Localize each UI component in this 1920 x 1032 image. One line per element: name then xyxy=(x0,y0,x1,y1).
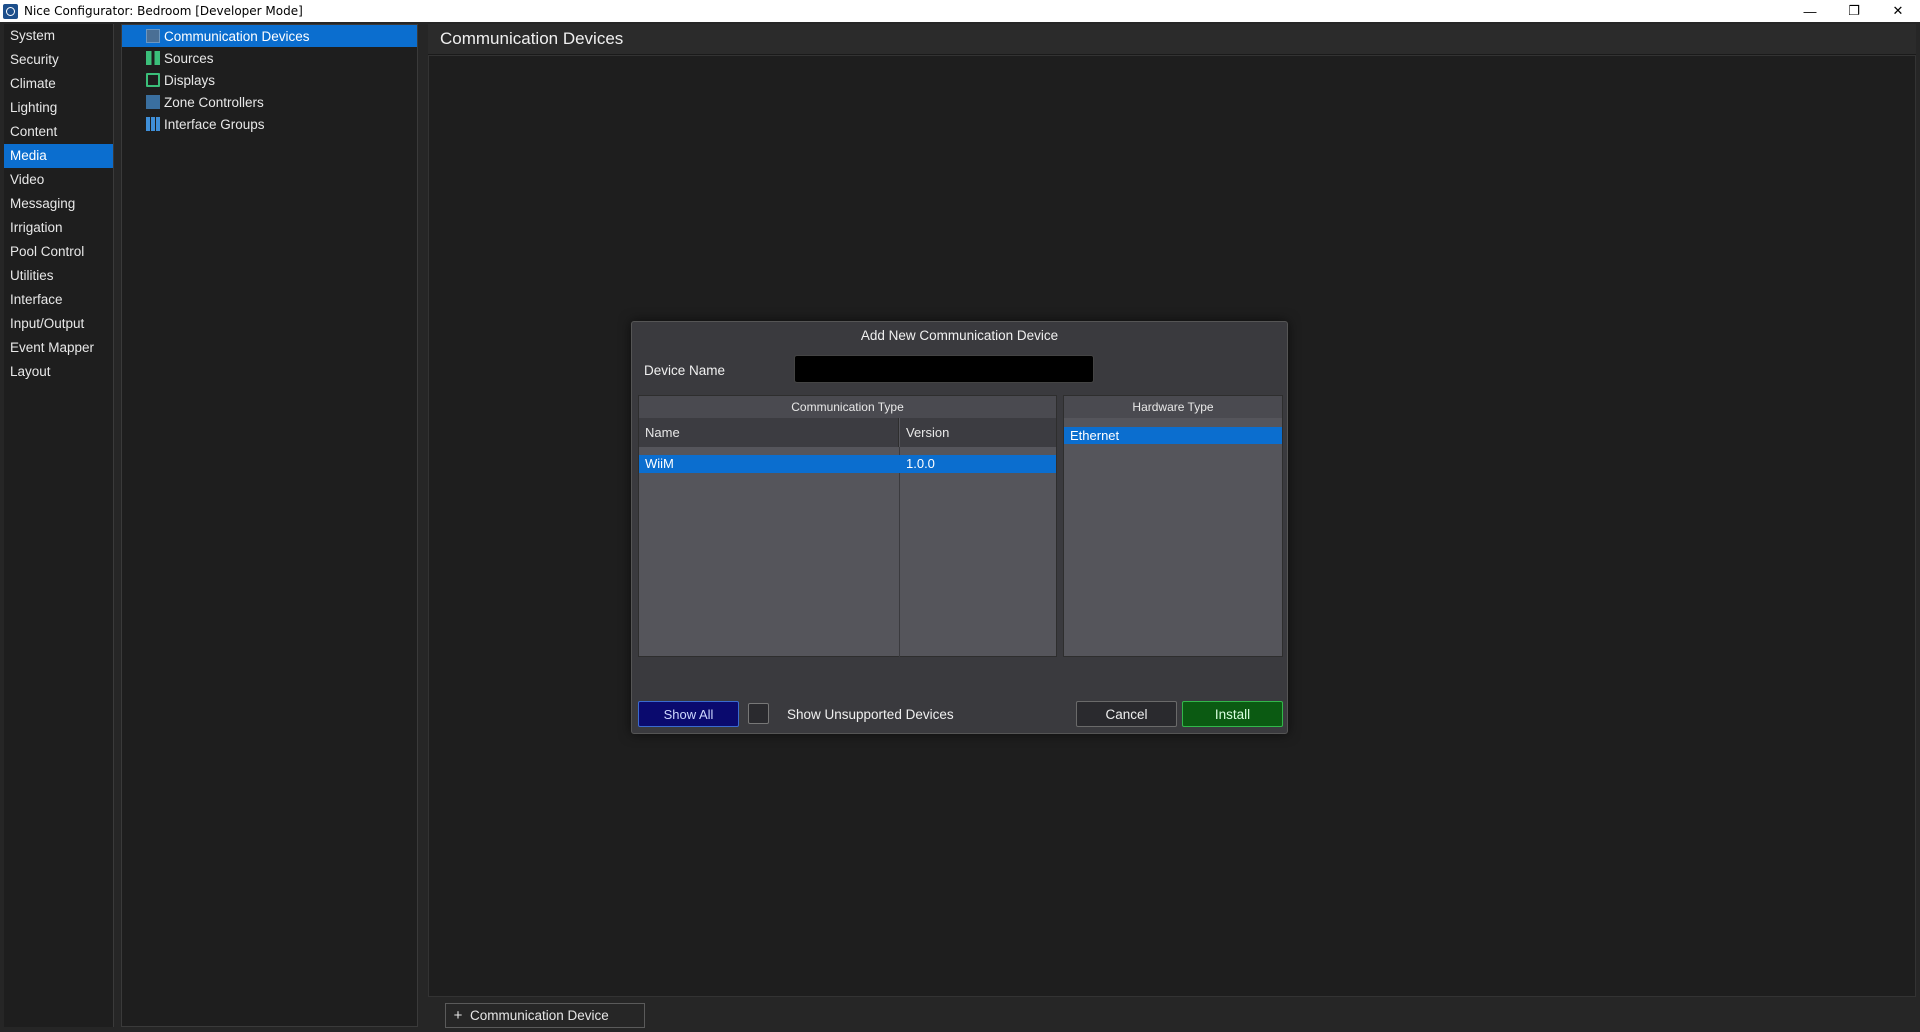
category-security[interactable]: Security xyxy=(4,48,113,72)
window-title-bar: Nice Configurator: Bedroom [Developer Mo… xyxy=(0,0,1920,22)
hardware-type-panel: Hardware Type Ethernet xyxy=(1063,395,1283,657)
category-messaging[interactable]: Messaging xyxy=(4,192,113,216)
tree-item-label: Interface Groups xyxy=(164,116,265,132)
row-name: WiiM xyxy=(645,456,674,471)
category-interface[interactable]: Interface xyxy=(4,288,113,312)
category-system[interactable]: System xyxy=(4,24,113,48)
tree-item-label: Sources xyxy=(164,50,214,66)
tree-item-displays[interactable]: Displays xyxy=(122,69,417,91)
column-header-version[interactable]: Version xyxy=(900,418,1056,447)
page-title: Communication Devices xyxy=(428,24,1916,55)
window-title: Nice Configurator: Bedroom [Developer Mo… xyxy=(24,4,303,18)
add-communication-device-dialog: Add New Communication Device Device Name… xyxy=(631,321,1288,734)
tree-item-zone-controllers[interactable]: Zone Controllers xyxy=(122,91,417,113)
displays-icon xyxy=(146,73,160,87)
communication-type-title: Communication Type xyxy=(639,396,1056,418)
table-row[interactable]: WiiM 1.0.0 xyxy=(639,455,1056,473)
window-controls: — ❐ ✕ xyxy=(1788,0,1920,22)
add-button-label: Communication Device xyxy=(470,1008,609,1023)
category-climate[interactable]: Climate xyxy=(4,72,113,96)
column-header-name[interactable]: Name xyxy=(639,418,899,447)
hardware-type-title: Hardware Type xyxy=(1064,396,1282,418)
sources-icon xyxy=(146,51,160,65)
column-divider xyxy=(899,447,900,657)
row-version: 1.0.0 xyxy=(906,456,935,471)
category-layout[interactable]: Layout xyxy=(4,360,113,384)
communication-type-panel: Communication Type Name Version WiiM 1.0… xyxy=(638,395,1057,657)
show-unsupported-checkbox[interactable] xyxy=(748,703,769,724)
maximize-button[interactable]: ❐ xyxy=(1832,0,1876,22)
category-event-mapper[interactable]: Event Mapper xyxy=(4,336,113,360)
add-communication-device-button[interactable]: + Communication Device xyxy=(445,1003,645,1028)
show-unsupported-label: Show Unsupported Devices xyxy=(787,707,954,722)
minimize-button[interactable]: — xyxy=(1788,0,1832,22)
category-utilities[interactable]: Utilities xyxy=(4,264,113,288)
category-video[interactable]: Video xyxy=(4,168,113,192)
category-content[interactable]: Content xyxy=(4,120,113,144)
category-input-output[interactable]: Input/Output xyxy=(4,312,113,336)
media-tree-panel: Communication Devices Sources Displays Z… xyxy=(121,24,418,1027)
tree-item-label: Communication Devices xyxy=(164,28,310,44)
hardware-row-ethernet[interactable]: Ethernet xyxy=(1064,427,1282,444)
tree-item-interface-groups[interactable]: Interface Groups xyxy=(122,113,417,135)
app-logo-icon xyxy=(3,3,18,19)
category-sidebar: System Security Climate Lighting Content… xyxy=(4,24,114,1027)
tree-item-communication-devices[interactable]: Communication Devices xyxy=(122,25,417,47)
interface-groups-icon xyxy=(146,117,160,131)
device-name-label: Device Name xyxy=(644,363,726,378)
tree-item-label: Zone Controllers xyxy=(164,94,264,110)
category-lighting[interactable]: Lighting xyxy=(4,96,113,120)
show-all-button[interactable]: Show All xyxy=(638,701,739,727)
plus-icon: + xyxy=(453,1007,463,1024)
dialog-title: Add New Communication Device xyxy=(860,328,1059,343)
zone-controllers-icon xyxy=(146,95,160,109)
tree-item-label: Displays xyxy=(164,72,216,88)
category-media[interactable]: Media xyxy=(4,144,113,168)
install-button[interactable]: Install xyxy=(1182,701,1283,727)
close-button[interactable]: ✕ xyxy=(1876,0,1920,22)
tree-item-sources[interactable]: Sources xyxy=(122,47,417,69)
category-irrigation[interactable]: Irrigation xyxy=(4,216,113,240)
cancel-button[interactable]: Cancel xyxy=(1076,701,1177,727)
category-pool-control[interactable]: Pool Control xyxy=(4,240,113,264)
device-name-input[interactable] xyxy=(794,355,1094,383)
communication-devices-icon xyxy=(146,29,160,43)
